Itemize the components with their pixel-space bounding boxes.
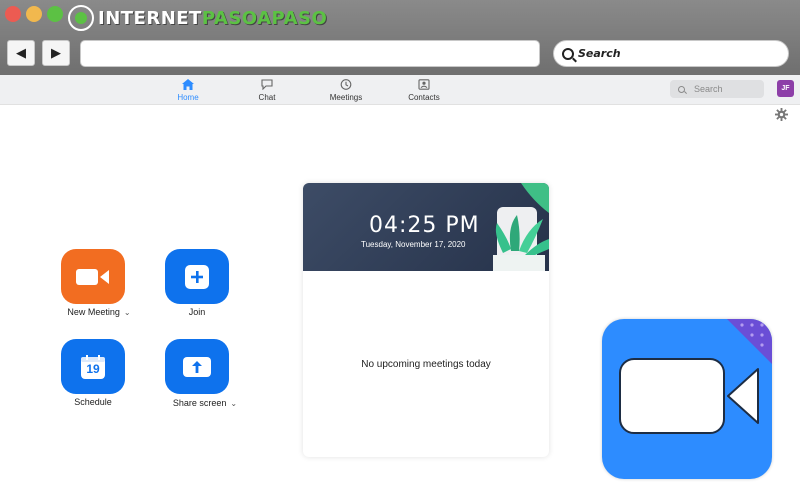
- plus-icon: [185, 264, 209, 289]
- tab-chat-label: Chat: [258, 93, 276, 102]
- address-bar[interactable]: [80, 40, 540, 67]
- tab-meetings-label: Meetings: [329, 93, 363, 102]
- new-meeting-button[interactable]: [61, 249, 125, 304]
- gear-icon[interactable]: [775, 108, 788, 121]
- plant-illustration: [493, 183, 549, 271]
- clock-icon: [340, 79, 352, 90]
- clock-date: Tuesday, November 17, 2020: [361, 240, 466, 249]
- site-logo: INTERNETPASOAPASO: [68, 4, 327, 32]
- app-search-placeholder: Search: [694, 84, 723, 94]
- new-meeting-label: New Meeting ⌄: [63, 307, 135, 317]
- meeting-card: 04:25 PM Tuesday, November 17, 2020 No u…: [303, 183, 549, 457]
- search-icon: [562, 47, 574, 60]
- join-label: Join: [188, 307, 206, 317]
- home-icon: [182, 79, 194, 90]
- browser-search-input[interactable]: Search: [553, 40, 789, 67]
- logo-text: INTERNETPASOAPASO: [98, 8, 327, 29]
- share-screen-text: Share screen: [172, 398, 227, 408]
- close-window-button[interactable]: [5, 6, 21, 22]
- zoom-camera-icon: [619, 319, 772, 434]
- new-meeting-text: New Meeting: [67, 307, 120, 317]
- chat-icon: [261, 79, 273, 90]
- logo-accent: PASOAPASO: [201, 7, 328, 29]
- no-meetings-text: No upcoming meetings today: [361, 359, 491, 370]
- back-arrow-icon: ◀: [16, 45, 26, 60]
- share-arrow-icon: [183, 356, 211, 377]
- forward-button[interactable]: ▶: [42, 40, 70, 66]
- forward-arrow-icon: ▶: [51, 45, 61, 60]
- video-camera-icon: [76, 268, 109, 285]
- tab-home-label: Home: [177, 93, 199, 102]
- tab-chat[interactable]: Chat: [232, 79, 302, 102]
- logo-prefix: INTERNET: [98, 7, 202, 29]
- browser-chrome: INTERNETPASOAPASO ◀ ▶ Search: [0, 0, 800, 75]
- schedule-button[interactable]: 19: [61, 339, 125, 394]
- avatar-initials: JF: [781, 85, 790, 92]
- share-screen-button[interactable]: [165, 339, 229, 394]
- back-button[interactable]: ◀: [7, 40, 35, 66]
- tab-contacts-label: Contacts: [408, 93, 440, 102]
- contacts-icon: [418, 79, 430, 90]
- app-tab-bar: Home Chat Meetings Contacts Search JF: [0, 75, 800, 105]
- logo-icon: [68, 5, 94, 31]
- avatar[interactable]: JF: [777, 80, 794, 97]
- tab-meetings[interactable]: Meetings: [311, 79, 381, 102]
- tab-contacts[interactable]: Contacts: [389, 79, 459, 102]
- schedule-day: 19: [86, 362, 100, 376]
- chevron-down-icon[interactable]: ⌄: [230, 399, 237, 408]
- zoom-app-logo: [602, 319, 772, 479]
- maximize-window-button[interactable]: [47, 6, 63, 22]
- share-screen-label: Share screen ⌄: [165, 398, 245, 408]
- minimize-window-button[interactable]: [26, 6, 42, 22]
- clock-time: 04:25 PM: [369, 213, 480, 238]
- schedule-label: Schedule: [74, 397, 112, 407]
- meeting-card-header: 04:25 PM Tuesday, November 17, 2020: [303, 183, 549, 271]
- chevron-down-icon[interactable]: ⌄: [124, 308, 131, 317]
- app-search-input[interactable]: Search: [670, 80, 764, 98]
- browser-search-placeholder: Search: [578, 47, 621, 60]
- search-icon: [678, 85, 685, 93]
- join-button[interactable]: [165, 249, 229, 304]
- tab-home[interactable]: Home: [153, 79, 223, 102]
